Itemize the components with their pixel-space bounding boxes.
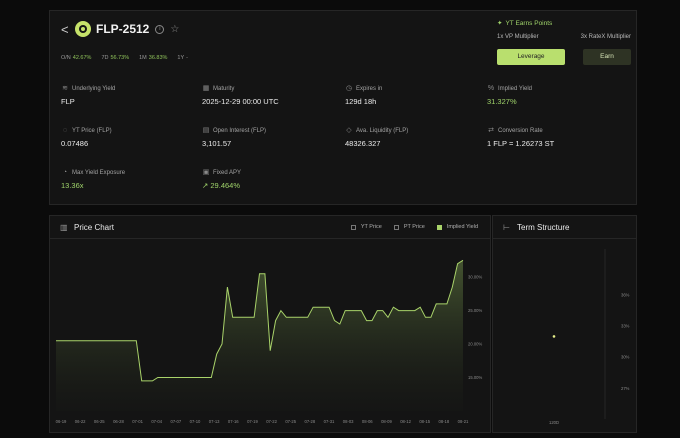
x-tick-label: 08-06 [362, 419, 373, 424]
tag-icon: ◌ [62, 127, 68, 134]
y-tick-label: 30.00% [468, 275, 482, 280]
token-logo-icon [75, 21, 91, 37]
term-structure-card: ⊢ Term Structure 27% 30% 33% 36% 120D [492, 215, 637, 433]
implied-yield-checkbox[interactable] [436, 224, 442, 230]
drop-icon: ◇ [346, 127, 352, 134]
x-tick-label: 08-12 [400, 419, 411, 424]
x-tick-label: 07-07 [170, 419, 181, 424]
perf-overnight: O/N 42.67% [61, 55, 92, 61]
y-tick-label: 20.00% [468, 342, 482, 347]
perf-1m: 1M 36.83% [139, 55, 168, 61]
legend-pt-price[interactable]: PT Price [393, 224, 425, 230]
legend-yt-price[interactable]: YT Price [350, 224, 382, 230]
stat-conversion-rate: ⇄ Conversion Rate 1 FLP = 1.26273 ST [487, 127, 555, 148]
chart-icon: ▤ [202, 127, 210, 134]
layers-icon: ≋ [62, 85, 68, 92]
stat-fixed-apy: ▣ Fixed APY ↗ 29.464% [202, 169, 242, 190]
legend-implied-yield[interactable]: Implied Yield [436, 224, 478, 230]
clock-icon: ◷ [345, 85, 353, 92]
chart-legend: YT Price PT Price Implied Yield [339, 224, 478, 230]
x-tick-label: 07-22 [266, 419, 277, 424]
x-tick-label: 08-09 [381, 419, 392, 424]
term-y-tick-label: 33% [621, 324, 630, 329]
implied-yield-area [56, 260, 463, 411]
info-icon[interactable]: i [155, 24, 165, 34]
perf-7d: 7D 56.73% [101, 55, 130, 61]
sparkle-icon: ✦ [497, 20, 503, 27]
x-tick-label: 07-19 [247, 419, 258, 424]
x-tick-label: 07-28 [304, 419, 315, 424]
calendar-icon: ▦ [202, 85, 210, 92]
x-tick-label: 07-31 [324, 419, 335, 424]
ratex-multiplier: 3x RateX Multiplier [580, 34, 631, 40]
lock-icon: ▣ [202, 169, 210, 176]
stat-max-yield-exposure: ◔ Max Yield Exposure 13.36x [61, 169, 126, 190]
term-y-tick-label: 36% [621, 292, 630, 297]
term-structure-chart: 27% 30% 33% 36% 120D [549, 249, 630, 425]
x-tick-label: 07-10 [190, 419, 201, 424]
term-y-tick-label: 27% [621, 386, 630, 391]
price-chart-card: ▥ Price Chart YT Price PT Price Implied … [49, 215, 491, 433]
x-tick-label: 07-16 [228, 419, 239, 424]
term-x-tick-label: 120D [549, 420, 559, 425]
swap-icon: ⇄ [488, 127, 494, 134]
x-tick-label: 08-15 [419, 419, 430, 424]
earn-button[interactable]: Earn [583, 49, 631, 65]
performance-row: O/N 42.67% 7D 56.73% 1M 36.83% 1Y - [61, 55, 198, 61]
vp-multiplier: 1x VP Multiplier [497, 34, 539, 40]
stat-yt-price: ◌ YT Price (FLP) 0.07486 [61, 127, 112, 148]
perf-1y: 1Y - [177, 55, 188, 61]
x-tick-label: 08-03 [343, 419, 354, 424]
implied-yield-chart: 15.00% 20.00% 25.00% 30.00% 06-19 06-22 06-25 0… [56, 259, 482, 424]
market-overview-card: < FLP-2512 i ☆ O/N 42.67% 7D 56.73% 1M 36.8… [49, 10, 637, 205]
stat-open-interest: ▤ Open Interest (FLP) 3,101.57 [202, 127, 267, 148]
market-header: < FLP-2512 i ☆ [61, 21, 179, 37]
x-tick-label: 06-28 [113, 419, 124, 424]
price-chart-header: ▥ Price Chart [60, 223, 114, 232]
x-tick-label: 06-19 [56, 419, 67, 424]
term-structure-icon: ⊢ [503, 222, 510, 232]
multipliers: 1x VP Multiplier 3x RateX Multiplier [497, 34, 631, 40]
stat-available-liquidity: ◇ Ava. Liquidity (FLP) 48326.327 [345, 127, 409, 148]
y-tick-label: 25.00% [468, 308, 482, 313]
back-button[interactable]: < [61, 22, 73, 37]
stat-implied-yield: % Implied Yield 31.327% [487, 85, 533, 106]
x-tick-label: 07-01 [132, 419, 143, 424]
chart-line-icon: ▥ [60, 222, 68, 232]
percent-icon: % [487, 85, 495, 92]
stat-expires-in: ◷ Expires in 129d 18h [345, 85, 383, 106]
x-tick-label: 08-21 [458, 419, 469, 424]
term-point [552, 335, 556, 338]
action-buttons: Leverage Earn [497, 49, 631, 65]
term-structure-header: ⊢ Term Structure [503, 223, 569, 232]
x-tick-label: 06-25 [94, 419, 105, 424]
term-structure-title: Term Structure [517, 223, 570, 232]
yt-price-checkbox[interactable] [350, 224, 356, 230]
x-tick-label: 06-22 [75, 419, 86, 424]
earn-points-box: ✦ YT Earns Points 1x VP Multiplier 3x Rat… [497, 19, 631, 65]
x-tick-label: 07-04 [151, 419, 162, 424]
stats-grid: ≋ Underlying Yield FLP ▦ Maturity 2025-12-… [61, 85, 621, 195]
stat-maturity: ▦ Maturity 2025-12-29 00:00 UTC [202, 85, 279, 106]
gauge-icon: ◔ [62, 169, 68, 176]
term-y-tick-label: 30% [621, 355, 630, 360]
x-tick-label: 07-13 [209, 419, 220, 424]
earn-points-title: ✦ YT Earns Points [497, 19, 553, 28]
favorite-star-icon[interactable]: ☆ [170, 24, 179, 35]
x-tick-label: 08-18 [438, 419, 449, 424]
y-tick-label: 15.00% [468, 375, 482, 380]
price-chart-title: Price Chart [74, 223, 115, 232]
x-tick-label: 07-25 [285, 419, 296, 424]
trend-up-icon: ↗ [202, 181, 209, 190]
leverage-button[interactable]: Leverage [497, 49, 565, 65]
market-title: FLP-2512 [96, 22, 150, 36]
pt-price-checkbox[interactable] [393, 224, 399, 230]
stat-underlying-yield: ≋ Underlying Yield FLP [61, 85, 116, 106]
